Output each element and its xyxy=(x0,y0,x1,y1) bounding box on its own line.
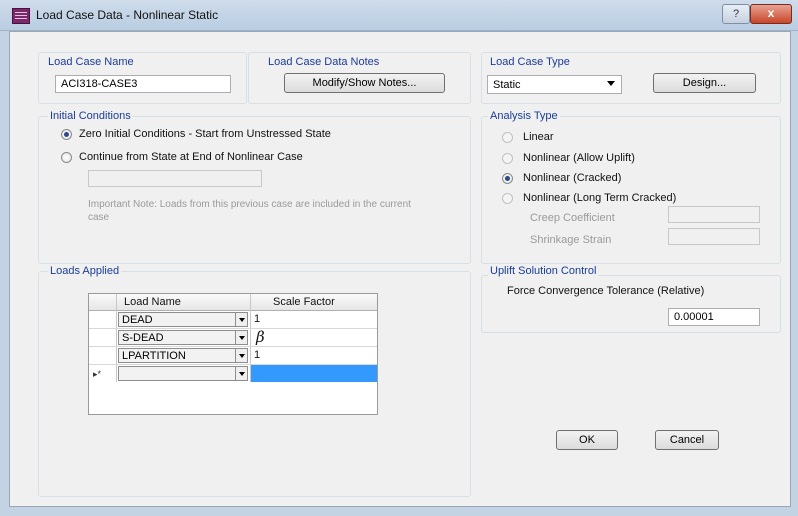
linear-label: Linear xyxy=(523,131,554,143)
uplift-solution-label: Uplift Solution Control xyxy=(488,265,599,277)
load-name-cell[interactable]: LPARTITION xyxy=(118,348,236,363)
creep-coefficient-input xyxy=(668,206,760,223)
linear-radio[interactable] xyxy=(502,132,513,143)
window-frame-bottom xyxy=(0,506,798,516)
load-name-cell[interactable]: S-DEAD xyxy=(118,330,236,345)
row-header-divider xyxy=(116,294,117,382)
cancel-button[interactable]: Cancel xyxy=(655,430,719,450)
analysis-type-label: Analysis Type xyxy=(488,110,560,122)
continue-from-state-radio[interactable] xyxy=(61,152,72,163)
nonlinear-uplift-label: Nonlinear (Allow Uplift) xyxy=(523,152,635,164)
shrinkage-strain-input xyxy=(668,228,760,245)
scale-factor-cell[interactable]: 1 xyxy=(254,349,260,361)
continue-from-state-label: Continue from State at End of Nonlinear … xyxy=(79,151,303,163)
row-separator xyxy=(89,346,377,347)
force-tolerance-label: Force Convergence Tolerance (Relative) xyxy=(507,285,705,297)
shrinkage-strain-label: Shrinkage Strain xyxy=(530,234,612,246)
new-row-marker: ▸* xyxy=(93,369,102,379)
nonlinear-cracked-label: Nonlinear (Cracked) xyxy=(523,172,622,184)
force-tolerance-input[interactable]: 0.00001 xyxy=(668,308,760,326)
chevron-down-icon[interactable] xyxy=(235,366,248,381)
load-name-column-header: Load Name xyxy=(124,296,181,308)
nonlinear-long-term-radio[interactable] xyxy=(502,193,513,204)
previous-case-field xyxy=(88,170,262,187)
nonlinear-uplift-radio[interactable] xyxy=(502,153,513,164)
creep-coefficient-label: Creep Coefficient xyxy=(530,212,615,224)
load-case-type-value: Static xyxy=(493,79,521,91)
new-scale-factor-cell[interactable] xyxy=(251,365,377,382)
window-title: Load Case Data - Nonlinear Static xyxy=(36,8,219,22)
notes-label: Load Case Data Notes xyxy=(268,56,380,68)
chevron-down-icon[interactable] xyxy=(235,330,248,345)
zero-initial-radio[interactable] xyxy=(61,129,72,140)
load-case-name-label: Load Case Name xyxy=(48,56,134,68)
ok-button[interactable]: OK xyxy=(556,430,618,450)
window-frame-left xyxy=(0,31,9,516)
help-button[interactable]: ? xyxy=(722,4,750,24)
design-button[interactable]: Design... xyxy=(653,73,756,93)
nonlinear-cracked-radio[interactable] xyxy=(502,173,513,184)
scale-factor-cell[interactable]: 1 xyxy=(254,313,260,325)
initial-conditions-label: Initial Conditions xyxy=(48,110,133,122)
scale-factor-column-header: Scale Factor xyxy=(273,296,335,308)
modify-show-notes-button[interactable]: Modify/Show Notes... xyxy=(284,73,445,93)
load-case-type-label: Load Case Type xyxy=(490,56,570,68)
load-case-name-input[interactable]: ACI318-CASE3 xyxy=(55,75,231,93)
chevron-down-icon[interactable] xyxy=(235,348,248,363)
load-case-type-dropdown[interactable]: Static xyxy=(487,75,622,94)
scale-factor-cell[interactable]: β xyxy=(256,328,265,346)
close-button[interactable]: x xyxy=(750,4,792,24)
loads-applied-label: Loads Applied xyxy=(48,265,122,277)
important-note: Important Note: Loads from this previous… xyxy=(88,199,411,223)
new-load-name-cell[interactable] xyxy=(118,366,236,381)
nonlinear-long-term-label: Nonlinear (Long Term Cracked) xyxy=(523,192,677,204)
table-app-icon xyxy=(12,8,30,24)
zero-initial-label: Zero Initial Conditions - Start from Uns… xyxy=(79,128,331,140)
chevron-down-icon xyxy=(607,81,615,86)
load-name-cell[interactable]: DEAD xyxy=(118,312,236,327)
row-separator xyxy=(89,328,377,329)
window-frame-right xyxy=(790,31,798,516)
chevron-down-icon[interactable] xyxy=(235,312,248,327)
